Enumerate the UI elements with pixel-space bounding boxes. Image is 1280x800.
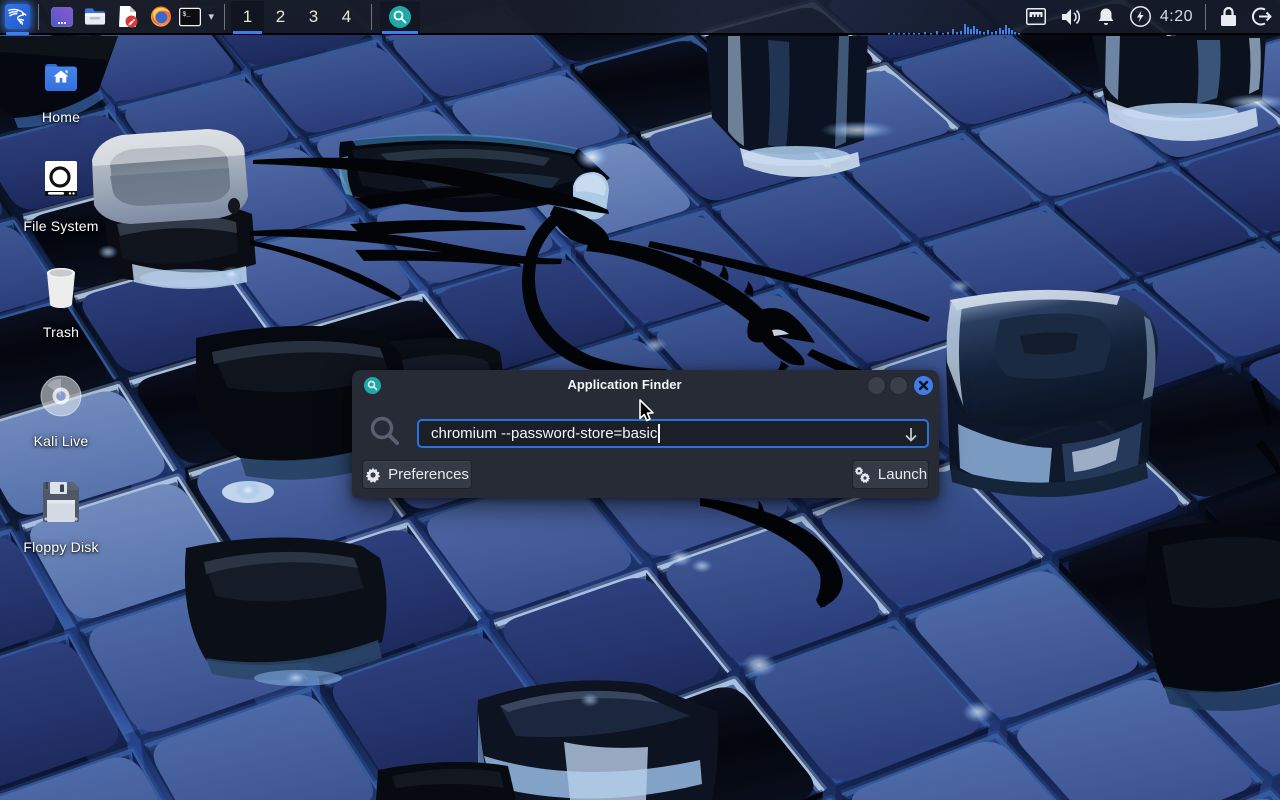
svg-text:$_: $_ — [182, 11, 191, 19]
